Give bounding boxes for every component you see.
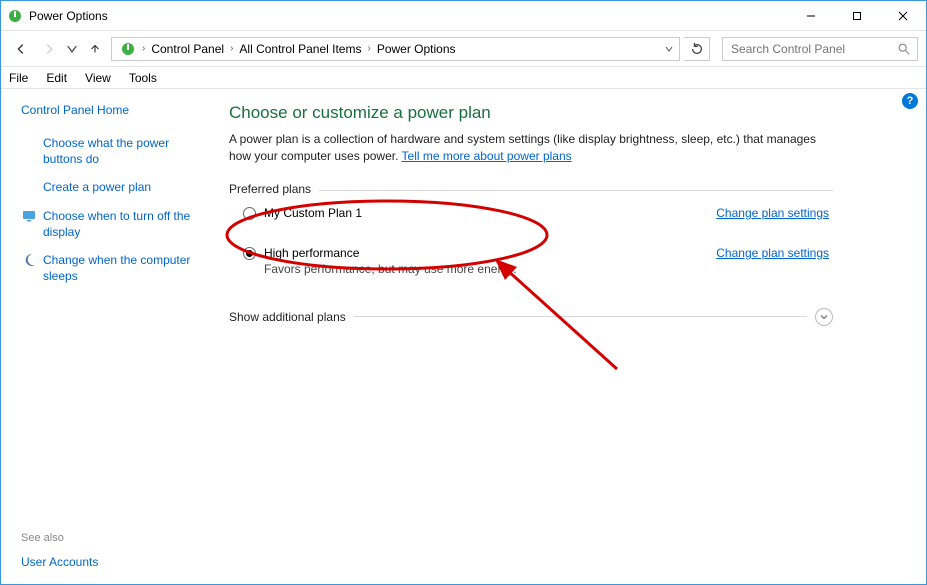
- control-panel-home-link[interactable]: Control Panel Home: [21, 103, 205, 117]
- breadcrumb-item[interactable]: All Control Panel Items: [237, 40, 363, 58]
- plan-name[interactable]: High performance: [264, 246, 517, 260]
- plan-radio[interactable]: [243, 207, 256, 220]
- menu-bar: File Edit View Tools: [1, 67, 926, 89]
- sidebar-item[interactable]: Change when the computer sleeps: [21, 252, 205, 284]
- page-description: A power plan is a collection of hardware…: [229, 131, 839, 166]
- sidebar-item[interactable]: Choose when to turn off the display: [21, 208, 205, 240]
- content-area: ? Control Panel Home Choose what the pow…: [1, 89, 926, 584]
- plan-name[interactable]: My Custom Plan 1: [264, 206, 362, 220]
- plan-radio[interactable]: [243, 247, 256, 260]
- recent-dropdown[interactable]: [65, 37, 79, 61]
- app-icon: [7, 8, 23, 24]
- search-input[interactable]: [729, 41, 897, 57]
- power-plan-row: High performance Favors performance, but…: [229, 242, 829, 280]
- see-also-label: User Accounts: [21, 554, 98, 570]
- up-button[interactable]: [83, 37, 107, 61]
- blank-icon: [21, 135, 37, 151]
- window-title: Power Options: [29, 9, 108, 23]
- chevron-right-icon: ›: [363, 43, 374, 54]
- display-off-icon: [21, 208, 37, 224]
- address-dropdown-icon[interactable]: [661, 44, 677, 54]
- address-bar[interactable]: › Control Panel › All Control Panel Item…: [111, 37, 680, 61]
- forward-button[interactable]: [37, 37, 61, 61]
- divider: [354, 316, 807, 317]
- preferred-plans-label: Preferred plans: [229, 182, 906, 196]
- blank-icon: [21, 179, 37, 195]
- change-plan-settings-link[interactable]: Change plan settings: [716, 206, 829, 220]
- main-pane: Choose or customize a power plan A power…: [217, 89, 926, 584]
- refresh-button[interactable]: [684, 37, 710, 61]
- maximize-button[interactable]: [834, 1, 880, 31]
- close-button[interactable]: [880, 1, 926, 31]
- power-plan-row: My Custom Plan 1 Change plan settings: [229, 202, 829, 224]
- side-pane: Control Panel Home Choose what the power…: [1, 89, 217, 584]
- see-also-heading: See also: [21, 532, 205, 544]
- menu-tools[interactable]: Tools: [129, 71, 157, 85]
- address-icon: [120, 41, 136, 57]
- search-box[interactable]: [722, 37, 918, 61]
- additional-plans-label: Show additional plans: [229, 310, 346, 324]
- chevron-right-icon: ›: [226, 43, 237, 54]
- page-heading: Choose or customize a power plan: [229, 103, 906, 123]
- search-icon: [897, 42, 911, 56]
- sleep-icon: [21, 252, 37, 268]
- menu-file[interactable]: File: [9, 71, 28, 85]
- sidebar-item[interactable]: Create a power plan: [21, 179, 205, 195]
- breadcrumb-item[interactable]: Power Options: [375, 40, 458, 58]
- menu-edit[interactable]: Edit: [46, 71, 67, 85]
- plan-description: Favors performance, but may use more ene…: [264, 262, 517, 276]
- expand-icon[interactable]: [815, 308, 833, 326]
- nav-bar: › Control Panel › All Control Panel Item…: [1, 31, 926, 67]
- sidebar-item-label: Change when the computer sleeps: [43, 252, 205, 284]
- back-button[interactable]: [9, 37, 33, 61]
- sidebar-item-label: Choose what the power buttons do: [43, 135, 205, 167]
- see-also-item[interactable]: User Accounts: [21, 554, 205, 570]
- title-bar: Power Options: [1, 1, 926, 31]
- minimize-button[interactable]: [788, 1, 834, 31]
- chevron-right-icon: ›: [138, 43, 149, 54]
- menu-view[interactable]: View: [85, 71, 111, 85]
- sidebar-item[interactable]: Choose what the power buttons do: [21, 135, 205, 167]
- breadcrumb-item[interactable]: Control Panel: [149, 40, 226, 58]
- sidebar-item-label: Choose when to turn off the display: [43, 208, 205, 240]
- show-additional-plans[interactable]: Show additional plans: [229, 308, 833, 326]
- change-plan-settings-link[interactable]: Change plan settings: [716, 246, 829, 260]
- tell-me-more-link[interactable]: Tell me more about power plans: [402, 149, 572, 163]
- sidebar-item-label: Create a power plan: [43, 179, 151, 195]
